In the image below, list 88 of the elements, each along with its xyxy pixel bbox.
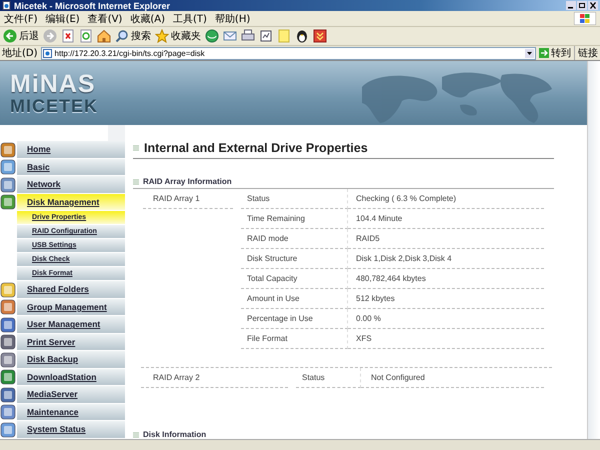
- field-value: RAID5: [348, 229, 544, 249]
- menu-item[interactable]: Shared Folders: [17, 281, 125, 298]
- page-icon: [42, 48, 52, 58]
- bullet-icon: [133, 432, 139, 438]
- field-value: 0.00 %: [348, 309, 544, 329]
- array-name: RAID Array 2: [141, 368, 288, 388]
- menu-item[interactable]: Maintenance: [17, 404, 125, 421]
- refresh-icon[interactable]: [79, 29, 93, 43]
- back-arrow-icon: [3, 29, 17, 43]
- menu-item[interactable]: Disk Management: [17, 194, 125, 211]
- download-icon[interactable]: [313, 29, 327, 43]
- stop-icon[interactable]: [61, 29, 75, 43]
- menu-item[interactable]: Basic: [17, 158, 125, 176]
- section-title: Disk Information: [143, 430, 206, 439]
- menu-item[interactable]: Home: [17, 141, 125, 158]
- windows-logo-icon: [574, 12, 596, 25]
- array-name: RAID Array 1: [143, 189, 233, 209]
- menu-icon: [0, 369, 16, 386]
- menu-item[interactable]: 编辑(E): [46, 12, 80, 26]
- field-label: Time Remaining: [241, 209, 348, 229]
- page-title: Internal and External Drive Properties: [144, 141, 368, 155]
- menu-item[interactable]: DownloadStation: [17, 368, 125, 386]
- menu-item[interactable]: 查看(V): [88, 12, 122, 26]
- field-value: 512 kbytes: [348, 289, 544, 309]
- field-label: Disk Structure: [241, 249, 348, 269]
- field-label: Status: [296, 368, 361, 388]
- field-label: Percentage in Use: [241, 309, 348, 329]
- menu-item[interactable]: System Status: [17, 421, 125, 438]
- restore-button[interactable]: [577, 1, 587, 10]
- bullet-icon: [133, 178, 139, 184]
- section-title: RAID Array Information: [143, 177, 232, 186]
- field-label: RAID mode: [241, 229, 348, 249]
- go-button[interactable]: 转到: [539, 46, 571, 60]
- menu-icon: [0, 422, 16, 438]
- field-label: Status: [241, 189, 348, 209]
- menu-item[interactable]: MediaServer: [17, 386, 125, 404]
- menu-icon: [0, 316, 16, 333]
- menu-item[interactable]: 收藏(A): [130, 12, 165, 26]
- field-label: Amount in Use: [241, 289, 348, 309]
- penguin-icon[interactable]: [295, 29, 309, 43]
- menu-item[interactable]: User Management: [17, 316, 125, 334]
- go-arrow-icon: [539, 48, 549, 58]
- field-value: 104.4 Minute: [348, 209, 544, 229]
- logo-text: MiNAS: [10, 72, 97, 96]
- menu-icon: [0, 334, 16, 350]
- menu-icon: [0, 299, 16, 316]
- dropdown-arrow-icon[interactable]: [525, 48, 534, 58]
- menu-icon: [0, 282, 16, 298]
- menu-icon: [0, 142, 16, 158]
- menu-icon: [0, 159, 16, 176]
- menu-item[interactable]: 工具(T): [173, 12, 207, 26]
- field-value: Checking ( 6.3 % Complete): [348, 189, 544, 209]
- toolbar-button[interactable]: 后退: [3, 29, 39, 43]
- page-icon: [2, 1, 11, 10]
- menu-icon: [0, 176, 16, 193]
- logo-text: MICETEK: [10, 96, 98, 114]
- field-value: XFS: [348, 329, 544, 349]
- address-field[interactable]: http://172.20.3.21/cgi-bin/ts.cgi?page=disk: [40, 46, 536, 60]
- vertical-scrollbar[interactable]: [587, 61, 600, 439]
- field-label: File Format: [241, 329, 348, 349]
- menu-icon: [0, 352, 16, 368]
- magnifier-icon: [115, 29, 129, 43]
- menu-item[interactable]: 文件(F): [4, 12, 38, 26]
- printer-icon[interactable]: [241, 29, 255, 43]
- menu-item[interactable]: Group Management: [17, 298, 125, 316]
- field-label: Total Capacity: [241, 269, 348, 289]
- menu-icon: [0, 194, 16, 210]
- field-value: 480,782,464 kbytes: [348, 269, 544, 289]
- toolbar-button[interactable]: 搜索: [115, 29, 151, 43]
- field-value: Not Configured: [361, 368, 544, 388]
- close-button[interactable]: [588, 1, 598, 10]
- menu-item[interactable]: Print Server: [17, 334, 125, 351]
- envelope-icon[interactable]: [223, 29, 237, 43]
- address-label: 地址(D): [2, 46, 38, 60]
- star-icon: [155, 29, 169, 43]
- minimize-button[interactable]: [566, 1, 576, 10]
- toolbar-button[interactable]: 收藏夹: [155, 29, 201, 43]
- menu-item[interactable]: Network: [17, 176, 125, 194]
- horizontal-scrollbar[interactable]: [0, 439, 600, 450]
- field-value: Disk 1,Disk 2,Disk 3,Disk 4: [348, 249, 544, 269]
- menu-item[interactable]: 帮助(H): [214, 12, 250, 26]
- home-icon[interactable]: [97, 29, 111, 43]
- bullet-icon: [133, 145, 139, 151]
- menu-item[interactable]: Disk Backup: [17, 351, 125, 368]
- window-title: Micetek - Microsoft Internet Explorer: [14, 0, 170, 10]
- menu-icon: [0, 404, 16, 420]
- document-icon[interactable]: [259, 29, 273, 43]
- menu-icon: [0, 386, 16, 403]
